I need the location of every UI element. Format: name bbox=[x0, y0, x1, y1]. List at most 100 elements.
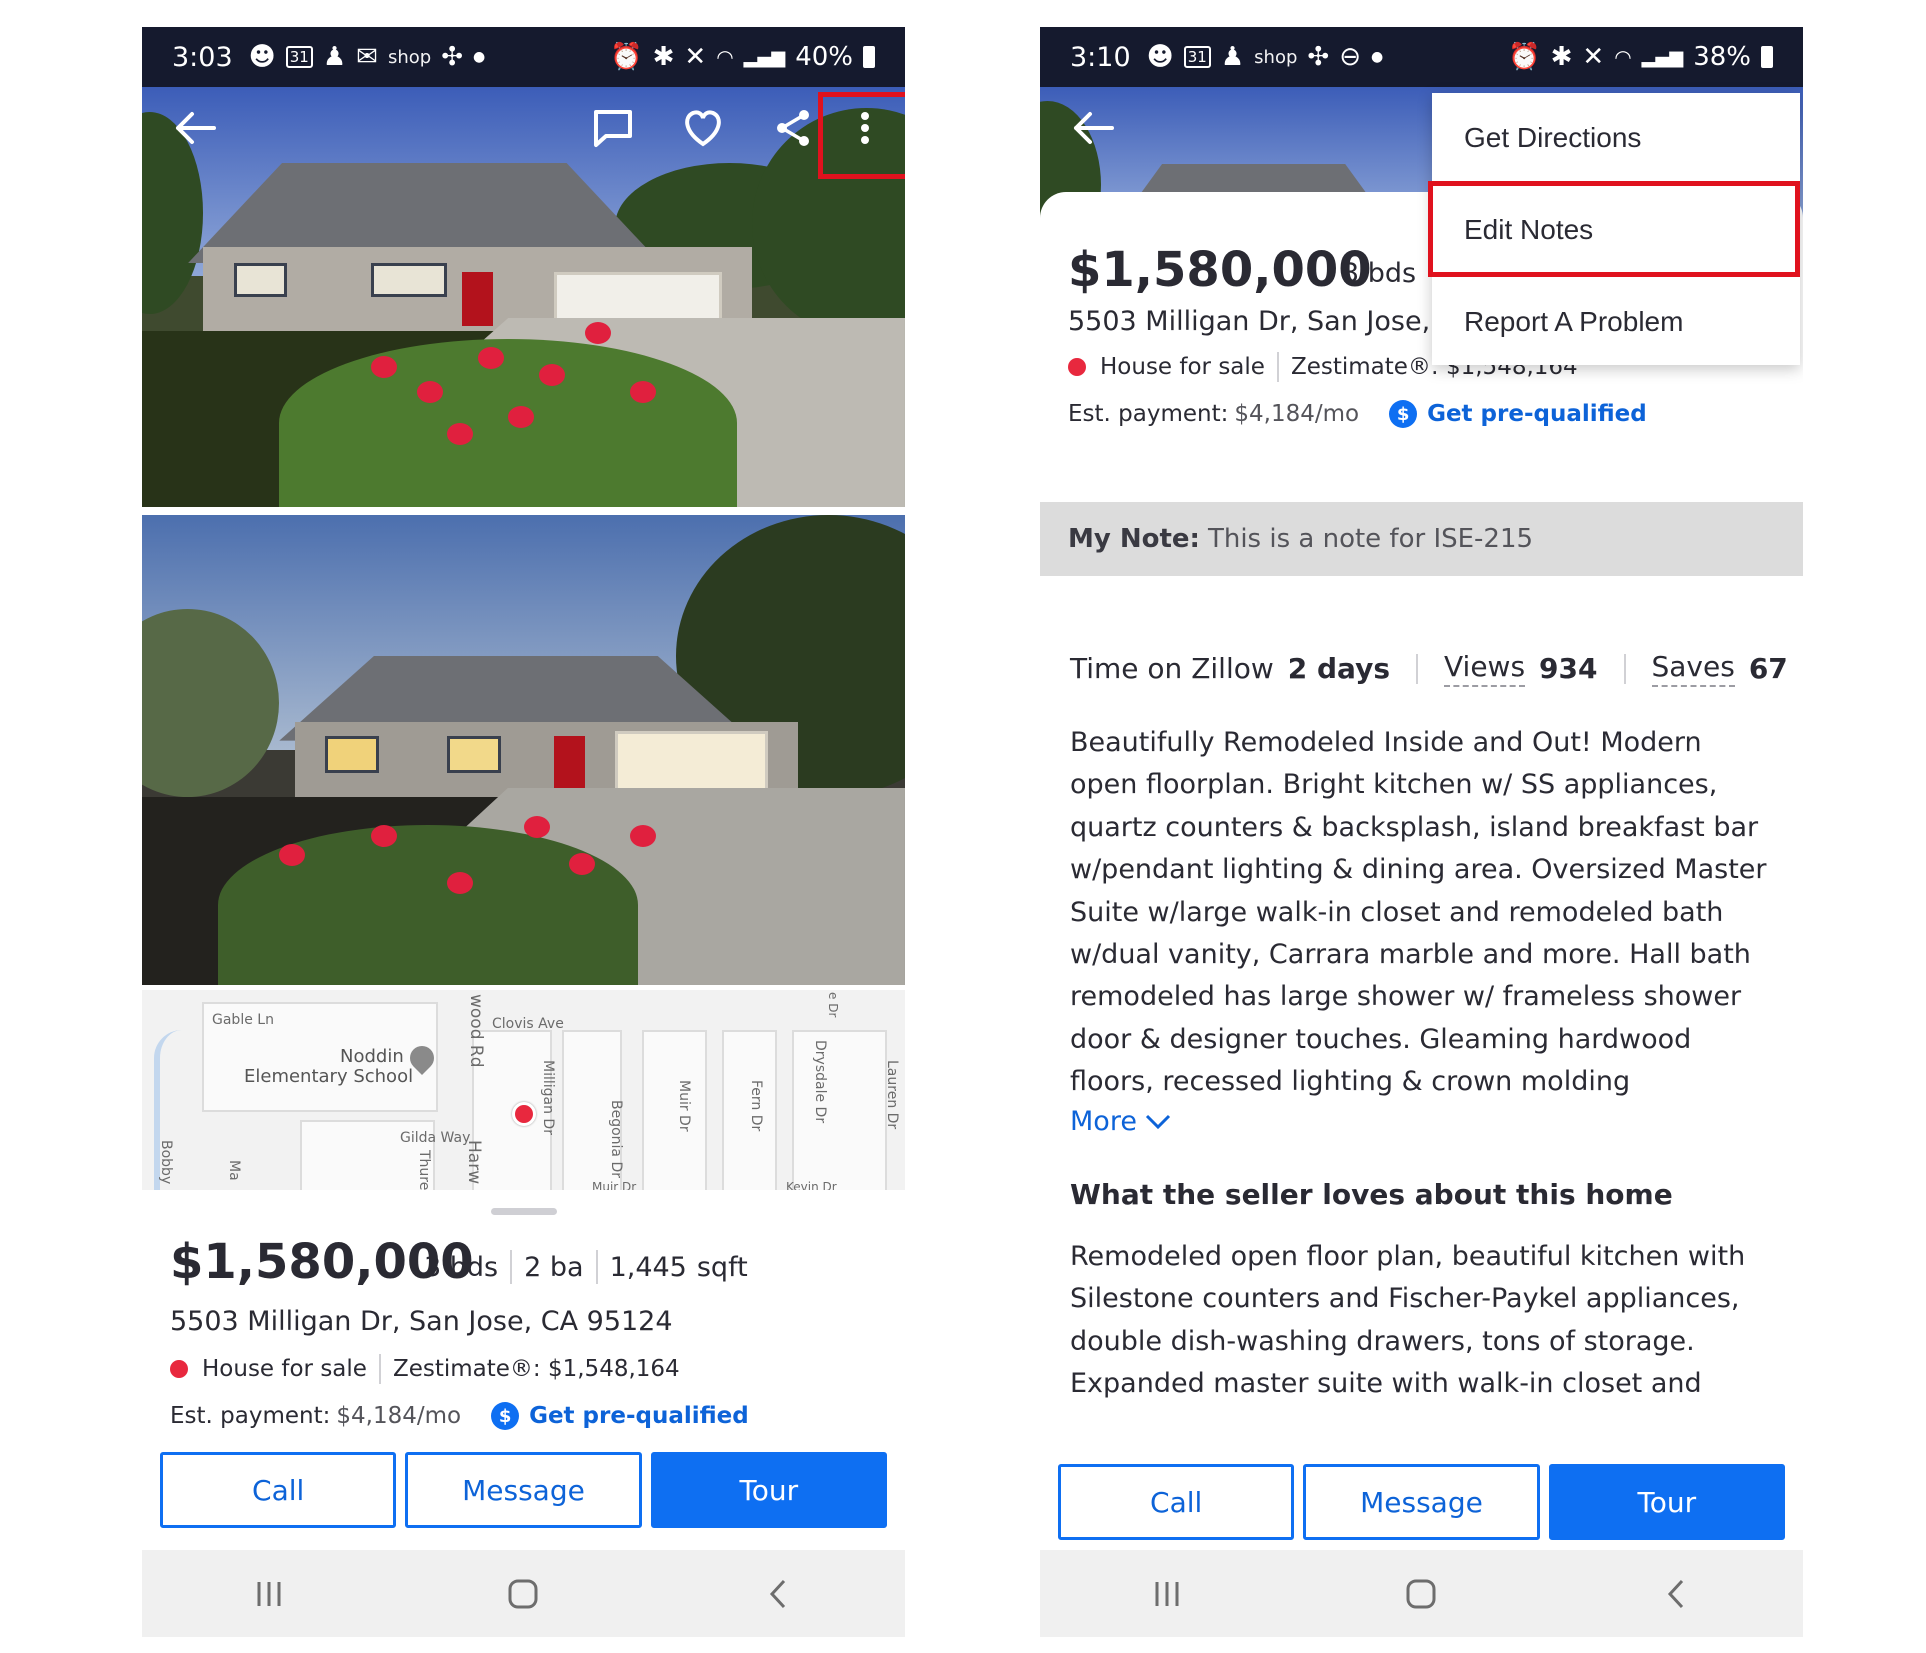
back-arrow-icon[interactable] bbox=[1066, 101, 1120, 155]
comment-icon[interactable] bbox=[586, 101, 640, 155]
map-label: Gilda Way bbox=[400, 1130, 471, 1146]
battery-percent: 38% bbox=[1693, 42, 1751, 72]
for-sale-dot-icon bbox=[1068, 358, 1086, 376]
snapchat-icon: ♟ bbox=[1220, 42, 1245, 72]
get-prequalified-link[interactable]: Get pre-qualified bbox=[529, 1403, 749, 1429]
drag-handle[interactable] bbox=[490, 1208, 557, 1215]
seller-loves-heading: What the seller loves about this home bbox=[1070, 1178, 1673, 1211]
call-button[interactable]: Call bbox=[160, 1452, 397, 1528]
map-block bbox=[792, 1030, 887, 1190]
highlight-box-more-menu bbox=[818, 92, 905, 179]
shop-icon: shop bbox=[387, 46, 432, 68]
map-label: Muir Dr bbox=[592, 1180, 637, 1190]
calendar-icon: 31 bbox=[285, 46, 313, 68]
divider bbox=[1416, 653, 1418, 684]
divider bbox=[510, 1250, 513, 1284]
mute-icon: ✕ bbox=[684, 42, 707, 72]
time-on-zillow-value: 2 days bbox=[1287, 652, 1390, 685]
android-nav-bar bbox=[1040, 1550, 1803, 1637]
dollar-icon: $ bbox=[491, 1402, 520, 1430]
map-label: Kevin Dr bbox=[786, 1180, 837, 1190]
do-not-disturb-icon: ⊖ bbox=[1339, 42, 1361, 72]
map-label: wood Rd bbox=[466, 994, 486, 1068]
note-label: My Note: bbox=[1068, 524, 1200, 554]
shop-icon: shop bbox=[1254, 46, 1298, 68]
back-icon[interactable] bbox=[1646, 1574, 1706, 1614]
seller-loves-text: Remodeled open floor plan, beautiful kit… bbox=[1070, 1241, 1746, 1400]
battery-icon bbox=[863, 46, 875, 68]
listing-address: 5503 Milligan Dr, San Jose, CA 95124 bbox=[170, 1306, 673, 1337]
listing-status-row: House for sale Zestimate®: $1,548,164 bbox=[170, 1354, 680, 1384]
dropbox-icon: ✣ bbox=[1307, 42, 1330, 72]
battery-icon bbox=[1761, 46, 1773, 68]
map-label: Bobby bbox=[158, 1140, 174, 1185]
tour-button[interactable]: Tour bbox=[1548, 1464, 1785, 1540]
more-button[interactable]: More bbox=[1070, 1106, 1171, 1137]
home-icon[interactable] bbox=[493, 1574, 553, 1614]
property-pin-icon[interactable] bbox=[512, 1102, 536, 1126]
zestimate: Zestimate®: $1,548,164 bbox=[392, 1356, 680, 1382]
calendar-icon: 31 bbox=[1183, 46, 1211, 68]
alarm-icon: ⏰ bbox=[1508, 42, 1541, 72]
map-label: Clovis Ave bbox=[492, 1016, 564, 1032]
map-label: Harw bbox=[464, 1140, 484, 1185]
message-button[interactable]: Message bbox=[1303, 1464, 1540, 1540]
mute-icon: ✕ bbox=[1582, 42, 1605, 72]
bluetooth-icon: ✱ bbox=[1550, 42, 1573, 72]
time-on-zillow-label: Time on Zillow bbox=[1070, 652, 1274, 685]
listing-detail-sheet: $1,580,000 3 bds 5503 Milligan Dr, San J… bbox=[1040, 192, 1803, 1550]
est-payment-label: Est. payment: bbox=[170, 1403, 331, 1429]
battery-percent: 40% bbox=[795, 42, 853, 72]
views-label[interactable]: Views bbox=[1444, 650, 1526, 687]
my-note-banner[interactable]: My Note: This is a note for ISE-215 bbox=[1040, 502, 1803, 576]
contact-actions: Call Message Tour bbox=[1058, 1464, 1785, 1540]
signal-icon: ▂▄▆ bbox=[743, 46, 786, 68]
status-time: 3:03 bbox=[172, 41, 233, 73]
map-label: Begonia Dr bbox=[608, 1100, 624, 1178]
divider bbox=[595, 1250, 598, 1284]
snapchat-icon: ♟ bbox=[322, 42, 347, 72]
map-label: Muir Dr bbox=[676, 1080, 692, 1132]
android-nav-bar bbox=[142, 1550, 905, 1637]
listing-photo-2[interactable] bbox=[142, 515, 905, 985]
map-label: Ma bbox=[226, 1160, 242, 1181]
map-label: Elementary School bbox=[244, 1066, 414, 1087]
snapchat-icon: ☻ bbox=[248, 42, 276, 72]
tour-button[interactable]: Tour bbox=[650, 1452, 887, 1528]
message-button[interactable]: Message bbox=[405, 1452, 642, 1528]
heart-icon[interactable] bbox=[676, 101, 730, 155]
listing-stats: Time on Zillow 2 days Views 934 Saves 67 bbox=[1070, 650, 1788, 687]
status-bar: 3:03 ☻ 31 ♟ ✉ shop ✣ ● ⏰ ✱ ✕ ◠ ▂▄▆ 40% bbox=[142, 27, 905, 87]
saves-label[interactable]: Saves bbox=[1651, 650, 1735, 687]
menu-item-get-directions[interactable]: Get Directions bbox=[1432, 93, 1800, 183]
listing-facts: 3 bds bbox=[1342, 258, 1416, 289]
back-arrow-icon[interactable] bbox=[168, 101, 222, 155]
listing-price: $1,580,000 bbox=[1068, 242, 1372, 298]
status-time: 3:10 bbox=[1070, 41, 1131, 73]
recents-icon[interactable] bbox=[239, 1574, 299, 1614]
sale-status: House for sale bbox=[202, 1356, 367, 1382]
home-icon[interactable] bbox=[1391, 1574, 1451, 1614]
note-text: This is a note for ISE-215 bbox=[1207, 524, 1534, 554]
views-value: 934 bbox=[1539, 652, 1598, 685]
back-icon[interactable] bbox=[748, 1574, 808, 1614]
get-prequalified-link[interactable]: Get pre-qualified bbox=[1427, 401, 1647, 427]
map-block bbox=[642, 1030, 707, 1190]
contact-actions: Call Message Tour bbox=[160, 1452, 887, 1528]
saves-value: 67 bbox=[1748, 652, 1788, 685]
recents-icon[interactable] bbox=[1137, 1574, 1197, 1614]
location-map[interactable]: Gable Ln Clovis Ave wood Rd e Dr Noddin … bbox=[142, 990, 905, 1190]
map-label: Noddin bbox=[340, 1046, 404, 1067]
beds: 3 bds bbox=[1342, 258, 1417, 289]
call-button[interactable]: Call bbox=[1058, 1464, 1295, 1540]
gmail-icon: ✉ bbox=[356, 42, 378, 72]
photo-toolbar bbox=[142, 87, 905, 179]
menu-item-report-problem[interactable]: Report A Problem bbox=[1432, 277, 1800, 367]
highlight-box-edit-notes bbox=[1428, 181, 1800, 277]
share-icon[interactable] bbox=[766, 101, 820, 155]
map-label: e Dr bbox=[826, 992, 840, 1018]
dropbox-icon: ✣ bbox=[441, 42, 463, 72]
phone-screen-left: 3:03 ☻ 31 ♟ ✉ shop ✣ ● ⏰ ✱ ✕ ◠ ▂▄▆ 40% G… bbox=[142, 27, 905, 1637]
notification-dot-icon: ● bbox=[1370, 49, 1384, 65]
snapchat-icon: ☻ bbox=[1146, 42, 1174, 72]
